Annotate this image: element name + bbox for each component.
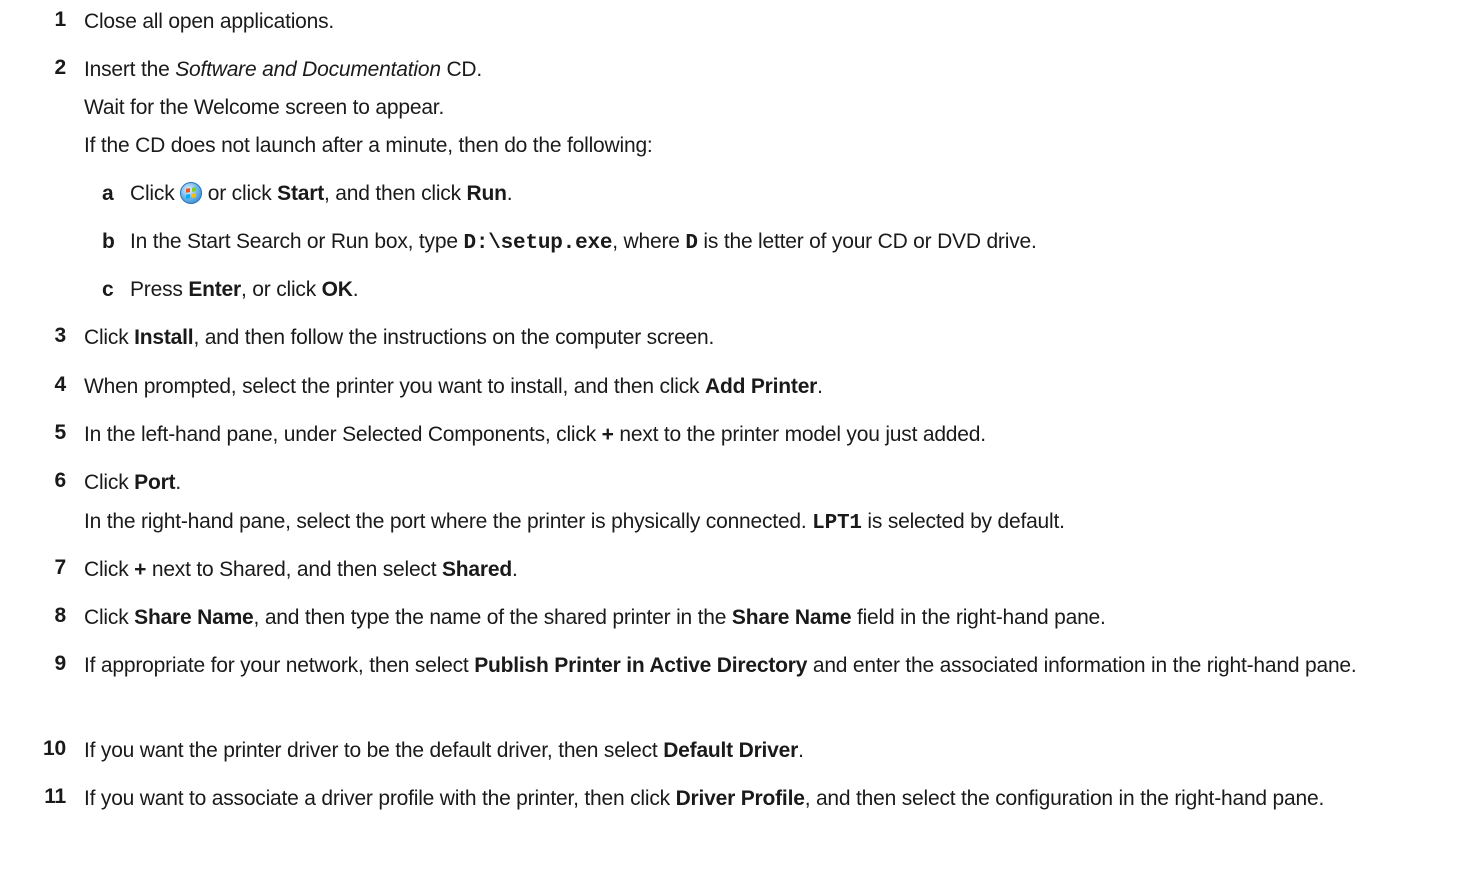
step-number: 10 — [43, 737, 66, 760]
step-number: 8 — [54, 604, 67, 627]
step-text: Close all open applications. — [84, 10, 335, 33]
step-number: 7 — [54, 556, 67, 579]
step-number: 2 — [54, 56, 67, 79]
step-number: 4 — [54, 373, 67, 396]
step-text: When prompted, select the printer you wa… — [84, 375, 823, 398]
step-2-note: Wait for the Welcome screen to appear. — [84, 96, 445, 119]
step-number: 11 — [44, 785, 66, 808]
substep-letter: b — [102, 230, 115, 253]
step-6-note: In the right-hand pane, select the port … — [84, 510, 1065, 535]
step-text: If you want to associate a driver profil… — [84, 787, 1325, 810]
step-text: Insert the Software and Documentation CD… — [84, 58, 483, 81]
step-text: Click Port. — [84, 471, 181, 494]
step-2-note: If the CD does not launch after a minute… — [84, 134, 653, 157]
step-number: 5 — [54, 421, 67, 444]
step-number: 6 — [54, 469, 67, 492]
windows-start-orb-icon — [180, 182, 203, 204]
substep-text: Press Enter, or click OK. — [130, 278, 359, 301]
step-text: Click Share Name, and then type the name… — [84, 606, 1106, 629]
step-text: In the left-hand pane, under Selected Co… — [84, 423, 986, 446]
substep-letter: a — [102, 182, 114, 205]
step-text: If appropriate for your network, then se… — [84, 654, 1357, 677]
step-number: 3 — [54, 324, 67, 347]
substep-text: Click or click Start, and then click Run… — [130, 182, 513, 205]
step-text: Click + next to Shared, and then select … — [84, 558, 518, 581]
installation-instructions: 1 Close all open applications. 2 Insert … — [0, 0, 1468, 896]
step-number: 9 — [54, 652, 67, 675]
substep-text: In the Start Search or Run box, type D:\… — [130, 230, 1037, 255]
step-text: Click Install, and then follow the instr… — [84, 326, 715, 349]
step-number: 1 — [54, 8, 67, 31]
step-text: If you want the printer driver to be the… — [84, 739, 804, 762]
substep-letter: c — [102, 278, 114, 301]
